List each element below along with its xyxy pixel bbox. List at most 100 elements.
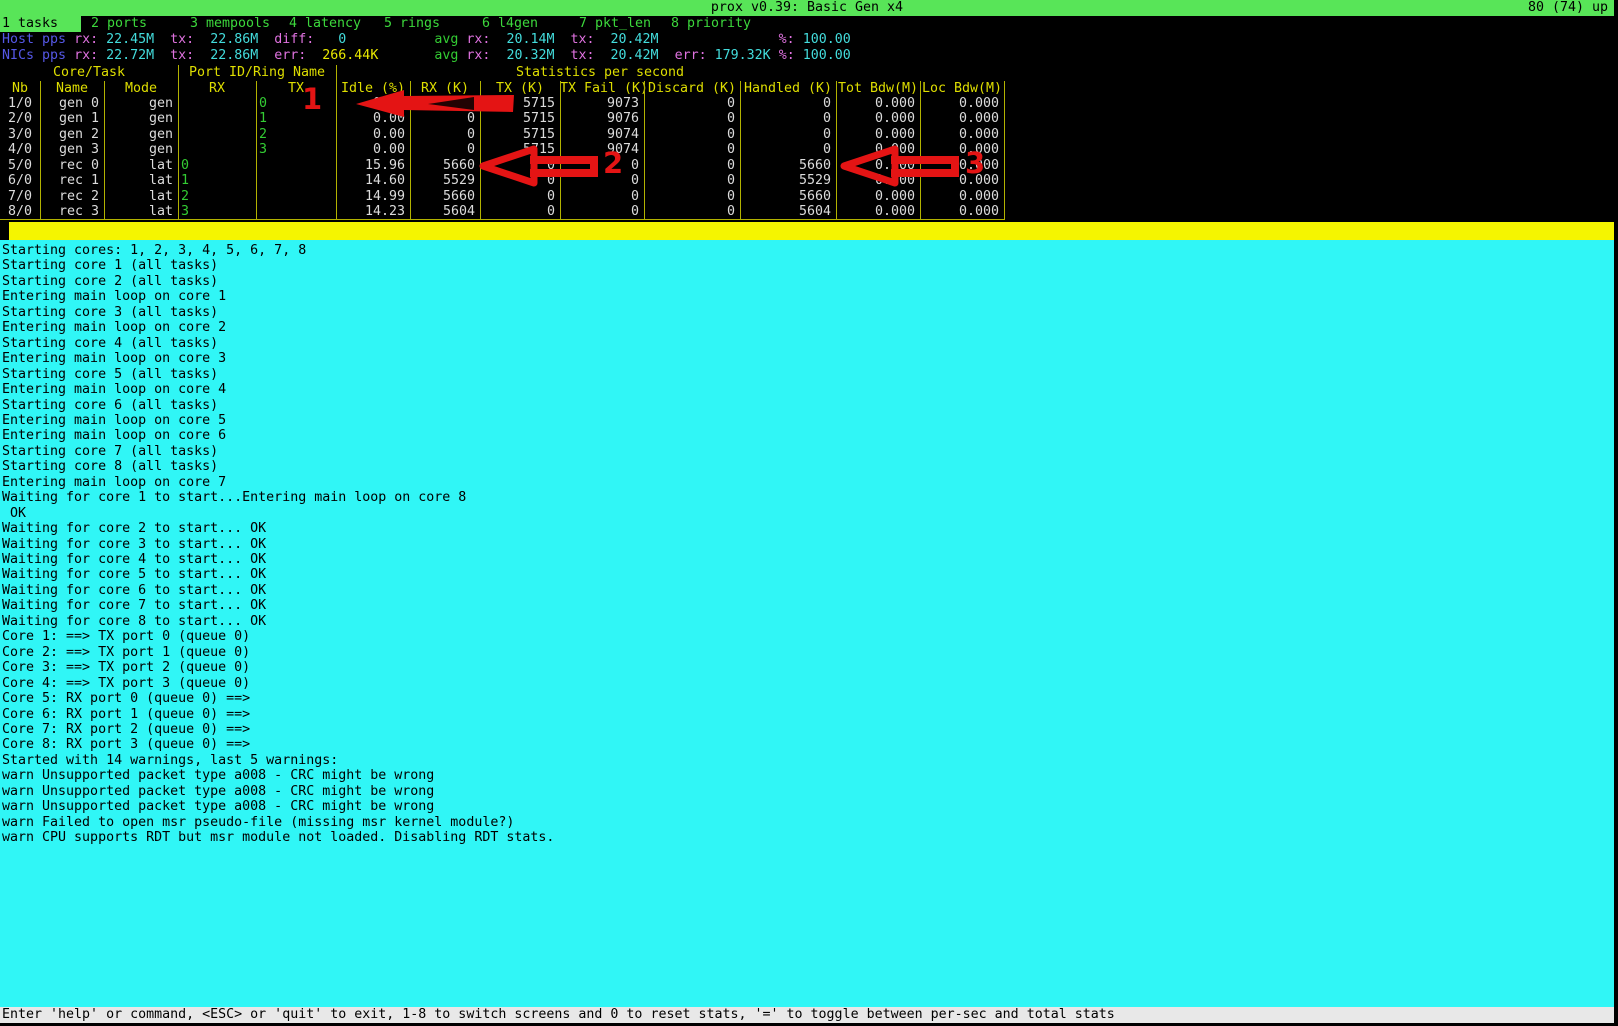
column-header-tx: TX [256,81,336,96]
cell-rx_k: 5660 [410,189,480,204]
tab-2-ports[interactable]: 2 ports [91,16,147,32]
cell-tx [256,189,336,204]
log-line: Entering main loop on core 4 [2,382,226,398]
cell-discard_k: 0 [644,204,740,219]
log-line: warn Unsupported packet type a008 - CRC … [2,768,434,784]
host-pps-line: Host pps rx: 22.45M tx: 22.86M diff: 0 a… [2,32,851,48]
log-line: Core 3: ==> TX port 2 (queue 0) [2,660,250,676]
column-header-rx: RX [178,81,256,96]
cell-discard_k: 0 [644,96,740,111]
cell-loc_bdw: 0.000 [920,111,1004,126]
log-line: warn CPU supports RDT but msr module not… [2,830,554,846]
cell-tx_k: 0 [480,204,560,219]
cell-rx [178,142,256,157]
cell-rx_k: 5604 [410,204,480,219]
cell-tx_k: 0 [480,173,560,188]
cell-discard_k: 0 [644,142,740,157]
cell-rx: 2 [178,189,256,204]
cell-loc_bdw: 0.000 [920,204,1004,219]
column-header-discard-k: Discard (K) [644,81,740,96]
log-line: Waiting for core 8 to start... OK [2,614,266,630]
tab-6-l4gen[interactable]: 6 l4gen [482,16,538,32]
cell-tx_fail_k: 9076 [560,111,644,126]
cell-loc_bdw: 0.000 [920,142,1004,157]
cell-nb: 3/0 [0,127,40,142]
cell-rx: 0 [178,158,256,173]
stats-segment: tx: [554,32,610,47]
cell-idle: 14.23 [336,204,410,219]
cell-tx_fail_k: 9074 [560,142,644,157]
stats-segment: rx: [466,48,506,63]
status-bar: Enter 'help' or command, <ESC> or 'quit'… [0,1007,1614,1023]
stats-segment: err: [258,48,322,63]
log-line: Waiting for core 3 to start... OK [2,537,266,553]
cell-tot_bdw: 0.000 [836,158,920,173]
stats-segment: %: [779,48,803,63]
stats-segment [346,32,434,47]
cell-loc_bdw: 0.000 [920,189,1004,204]
tab-5-rings[interactable]: 5 rings [384,16,440,32]
stats-segment: rx: [74,32,106,47]
stats-segment: avg [434,48,466,63]
stats-segment: 0 [314,32,346,47]
per-core-stats-table: Core/TaskPort ID/Ring NameStatistics per… [0,65,1618,221]
cell-rx_k: 0 [410,127,480,142]
log-line: Core 5: RX port 0 (queue 0) ==> [2,691,250,707]
cell-tx [256,173,336,188]
stats-segment: rx: [74,48,106,63]
cell-idle: 14.99 [336,189,410,204]
cell-tx_fail_k: 9074 [560,127,644,142]
cell-nb: 7/0 [0,189,40,204]
column-header-name: Name [40,81,104,96]
table-bottom-border [0,219,1005,220]
cell-handled_k: 5660 [740,189,836,204]
log-line: Waiting for core 1 to start...Entering m… [2,490,466,506]
cell-name: rec 0 [40,158,104,173]
log-line: Waiting for core 2 to start... OK [2,521,266,537]
log-line: Waiting for core 7 to start... OK [2,598,266,614]
tab-8-priority[interactable]: 8 priority [671,16,751,32]
column-header-rx-k: RX (K) [410,81,480,96]
log-line: Core 8: RX port 3 (queue 0) ==> [2,737,250,753]
table-row: 2/0gen 1gen10.00057159076000.0000.000 [0,111,1006,126]
table-row: 6/0rec 1lat114.60552900055290.0000.000 [0,173,1006,188]
cell-idle: 0.00 [336,127,410,142]
tab-1-tasks[interactable]: 1 tasks [0,16,81,32]
tab-7-pkt_len[interactable]: 7 pkt_len [579,16,651,32]
cell-rx [178,111,256,126]
cell-idle: 14.60 [336,173,410,188]
stats-segment: 22.86M [210,48,258,63]
cell-discard_k: 0 [644,127,740,142]
log-line: Core 6: RX port 1 (queue 0) ==> [2,707,250,723]
cell-rx_k: 5529 [410,173,480,188]
cell-rx [178,127,256,142]
log-line: Starting core 7 (all tasks) [2,444,218,460]
stats-segment: 20.32M [506,48,554,63]
column-header-tx-k: TX (K) [480,81,560,96]
log-line: warn Unsupported packet type a008 - CRC … [2,799,434,815]
tab-bar: 1 tasks 2 ports 3 mempools 4 latency 5 rings… [0,16,1614,32]
cell-tx_k: 0 [480,158,560,173]
log-line: Entering main loop on core 6 [2,428,226,444]
cell-nb: 2/0 [0,111,40,126]
cell-name: rec 3 [40,204,104,219]
stats-segment: NICs pps [2,48,74,63]
stats-segment: 100.00 [803,32,851,47]
annotation-label-1: 1 [302,84,322,114]
tab-4-latency[interactable]: 4 latency [289,16,361,32]
cell-tot_bdw: 0.000 [836,111,920,126]
table-row: 4/0gen 3gen30.00057159074000.0000.000 [0,142,1006,157]
tab-3-mempools[interactable]: 3 mempools [190,16,270,32]
cell-name: rec 1 [40,173,104,188]
stats-segment: tx: [154,48,210,63]
stats-segment: 266.44K [322,48,378,63]
cell-loc_bdw: 0.000 [920,127,1004,142]
cell-tot_bdw: 0.000 [836,204,920,219]
uptime-indicator: 80 (74) up [1528,0,1608,16]
cell-tot_bdw: 0.000 [836,96,920,111]
cell-rx_k: 5660 [410,158,480,173]
stats-segment: 20.42M [611,48,659,63]
cell-tx_k: 5715 [480,111,560,126]
app-title: prox v0.39: Basic Gen x4 [0,0,1614,16]
cursor-block [0,222,9,240]
